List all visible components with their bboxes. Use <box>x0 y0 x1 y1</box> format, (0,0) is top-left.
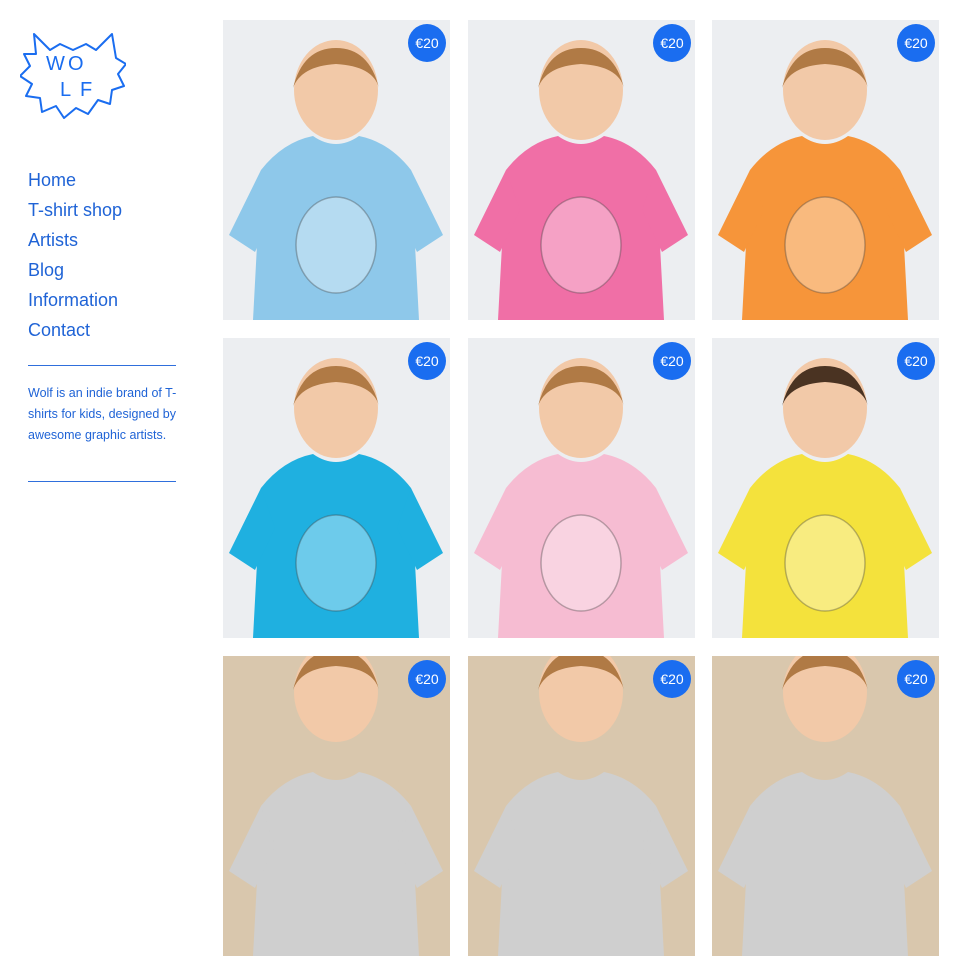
product-photo <box>223 20 450 320</box>
product-photo <box>712 338 939 638</box>
divider-bottom <box>28 481 176 482</box>
product-card[interactable]: €20 <box>712 338 939 638</box>
product-photo <box>712 656 939 956</box>
price-badge: €20 <box>653 24 691 62</box>
product-photo <box>712 20 939 320</box>
nav-item-contact[interactable]: Contact <box>28 318 122 348</box>
price-badge: €20 <box>653 342 691 380</box>
nav-item-information[interactable]: Information <box>28 288 122 318</box>
price-badge: €20 <box>653 660 691 698</box>
nav-item-artists[interactable]: Artists <box>28 228 122 258</box>
price-badge: €20 <box>408 342 446 380</box>
product-photo <box>223 656 450 956</box>
logo-letter-l: L <box>60 79 71 101</box>
wolf-logo[interactable]: W O L F <box>20 30 126 122</box>
logo-letter-o: O <box>68 53 84 75</box>
nav-item-tshirt-shop[interactable]: T-shirt shop <box>28 198 122 228</box>
price-badge: €20 <box>897 24 935 62</box>
product-card[interactable]: €20 <box>468 656 695 956</box>
sidebar: W O L F Home T-shirt shop Artists Blog I… <box>0 0 200 686</box>
product-photo <box>223 338 450 638</box>
divider-top <box>28 365 176 366</box>
product-photo <box>468 656 695 956</box>
product-card[interactable]: €20 <box>712 656 939 956</box>
nav-item-home[interactable]: Home <box>28 168 122 198</box>
price-badge: €20 <box>408 24 446 62</box>
logo-letter-f: F <box>80 79 92 101</box>
product-photo <box>468 338 695 638</box>
price-badge: €20 <box>897 342 935 380</box>
product-card[interactable]: €20 <box>223 656 450 956</box>
product-card[interactable]: €20 <box>468 338 695 638</box>
product-photo <box>468 20 695 320</box>
main-nav: Home T-shirt shop Artists Blog Informati… <box>28 168 122 348</box>
price-badge: €20 <box>897 660 935 698</box>
logo-letter-w: W <box>46 53 65 75</box>
about-text: Wolf is an indie brand of T-shirts for k… <box>28 386 177 442</box>
product-card[interactable]: €20 <box>712 20 939 320</box>
nav-item-blog[interactable]: Blog <box>28 258 122 288</box>
price-badge: €20 <box>408 660 446 698</box>
product-card[interactable]: €20 <box>468 20 695 320</box>
product-card[interactable]: €20 <box>223 20 450 320</box>
product-card[interactable]: €20 <box>223 338 450 638</box>
